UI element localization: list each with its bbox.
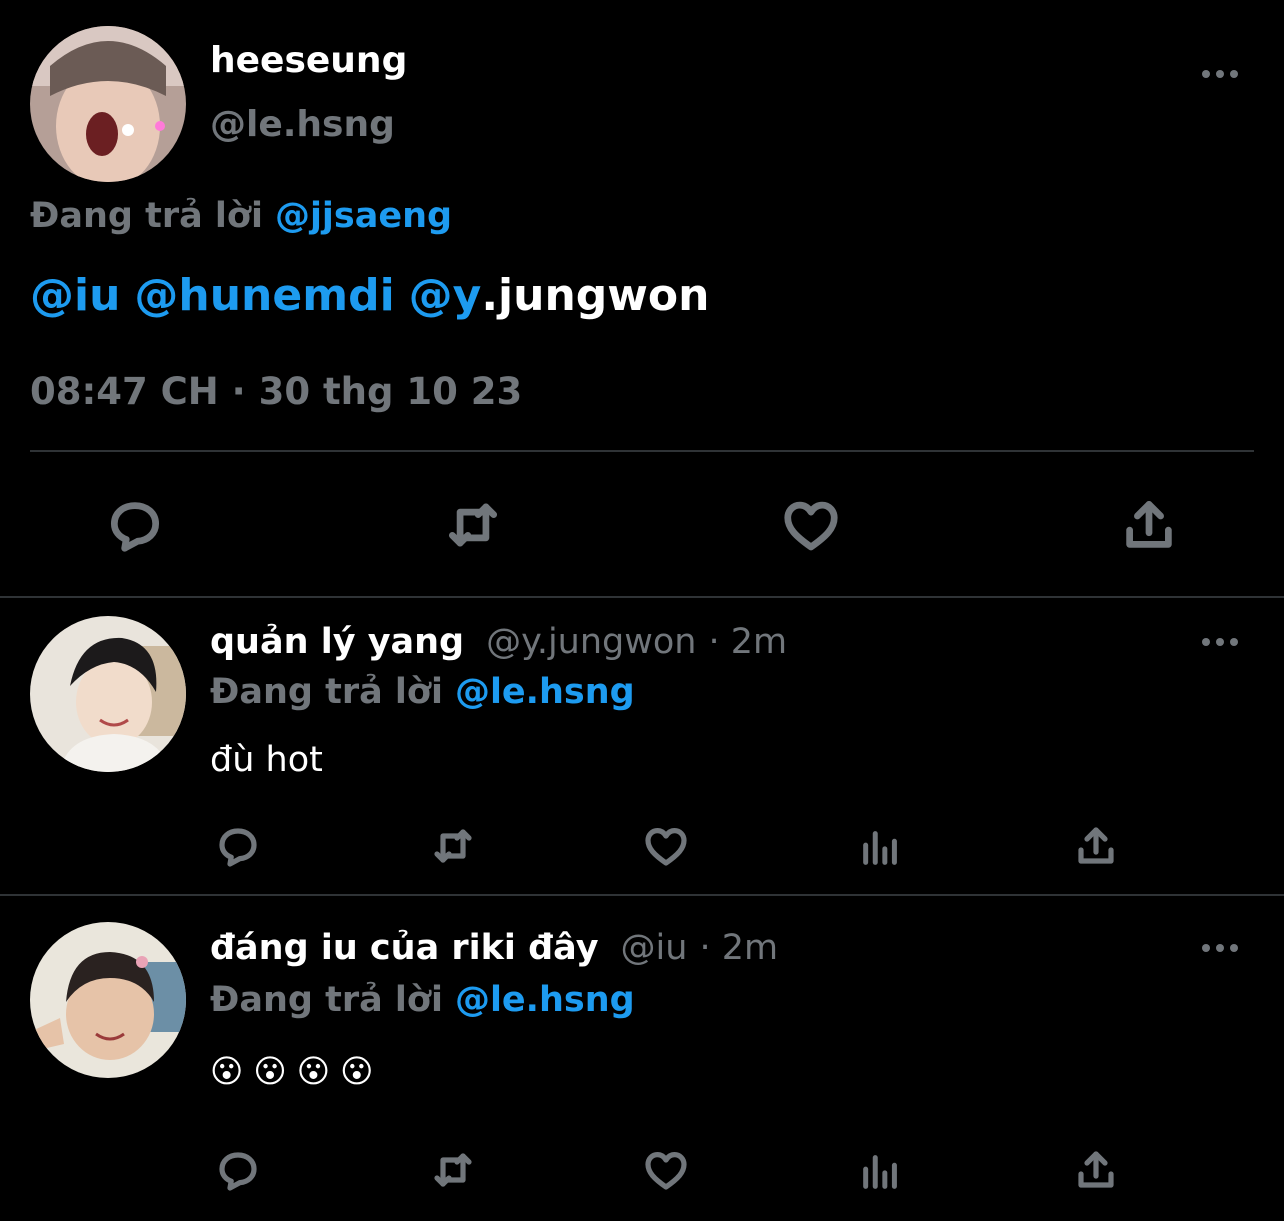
replying-to-link[interactable]: @le.hsng (455, 980, 635, 1020)
reply-author-handle[interactable]: @y.jungwon (486, 622, 696, 662)
replying-to-line: Đang trả lời @jjsaeng (30, 196, 452, 236)
mention-link[interactable]: @iu (30, 270, 120, 321)
reply-time[interactable]: · 2m (699, 928, 778, 968)
like-icon[interactable] (642, 822, 690, 870)
reply-icon[interactable] (214, 1146, 262, 1194)
reply-header: đáng iu của riki đây @iu · 2m (210, 928, 778, 968)
author-handle[interactable]: @le.hsng (210, 104, 395, 145)
divider (0, 894, 1284, 896)
reply-replying-to: Đang trả lời @le.hsng (210, 980, 635, 1020)
share-icon[interactable] (1118, 494, 1180, 556)
replying-to-link[interactable]: @le.hsng (455, 672, 635, 712)
views-icon[interactable] (858, 824, 904, 870)
avatar-heeseung[interactable] (30, 26, 186, 182)
retweet-icon[interactable] (426, 822, 480, 870)
replying-prefix: Đang trả lời (210, 672, 443, 712)
reply-author-name[interactable]: quản lý yang (210, 622, 464, 662)
replying-prefix: Đang trả lời (30, 196, 263, 236)
retweet-icon[interactable] (440, 494, 506, 556)
reply-text: 😮😮😮😮 (210, 1052, 384, 1090)
author-name[interactable]: heeseung (210, 40, 407, 81)
more-icon[interactable] (1202, 70, 1238, 78)
more-icon[interactable] (1202, 638, 1238, 646)
timestamp[interactable]: 08:47 CH · 30 thg 10 23 (30, 370, 522, 413)
reply-icon[interactable] (214, 822, 262, 870)
reply-icon[interactable] (104, 494, 166, 556)
reply-text: đù hot (210, 740, 323, 780)
tweet-text-tail: .jungwon (481, 270, 710, 321)
more-icon[interactable] (1202, 944, 1238, 952)
reply-header: quản lý yang @y.jungwon · 2m (210, 622, 787, 662)
reply-author-handle[interactable]: @iu (621, 928, 688, 968)
mention-link[interactable]: @hunemdi (134, 270, 394, 321)
avatar-reply-1[interactable] (30, 616, 186, 772)
share-icon[interactable] (1072, 822, 1120, 870)
share-icon[interactable] (1072, 1146, 1120, 1194)
replying-prefix: Đang trả lời (210, 980, 443, 1020)
like-icon[interactable] (780, 494, 842, 556)
avatar-reply-2[interactable] (30, 922, 186, 1078)
tweet-text: @iu @hunemdi @y .jungwon (30, 270, 710, 321)
like-icon[interactable] (642, 1146, 690, 1194)
retweet-icon[interactable] (426, 1146, 480, 1194)
replying-to-link[interactable]: @jjsaeng (275, 196, 452, 236)
divider (30, 450, 1254, 452)
divider (0, 596, 1284, 598)
mention-link[interactable]: @y (409, 270, 482, 321)
reply-replying-to: Đang trả lời @le.hsng (210, 672, 635, 712)
reply-author-name[interactable]: đáng iu của riki đây (210, 928, 599, 968)
views-icon[interactable] (858, 1148, 904, 1194)
reply-time[interactable]: · 2m (708, 622, 787, 662)
